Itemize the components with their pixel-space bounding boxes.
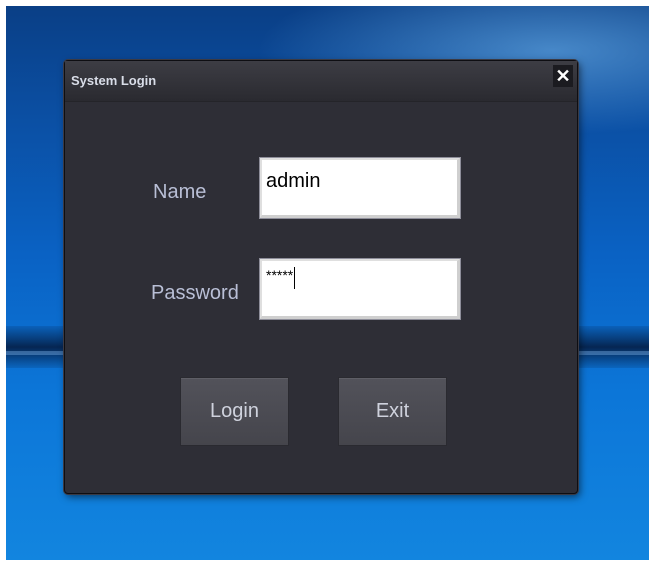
title-bar[interactable]: System Login ✕ — [65, 61, 577, 102]
dialog-title: System Login — [71, 73, 157, 88]
password-label: Password — [151, 282, 239, 304]
system-login-dialog: System Login ✕ Name admin Password *****… — [64, 60, 578, 494]
close-icon[interactable]: ✕ — [553, 65, 573, 87]
password-value: ***** — [266, 267, 294, 283]
name-label: Name — [153, 181, 207, 203]
password-field[interactable]: ***** — [259, 258, 461, 320]
login-button[interactable]: Login — [180, 377, 289, 446]
name-field[interactable]: admin — [259, 157, 461, 219]
exit-button[interactable]: Exit — [338, 377, 447, 446]
text-caret — [294, 267, 296, 289]
name-value: admin — [266, 170, 321, 192]
